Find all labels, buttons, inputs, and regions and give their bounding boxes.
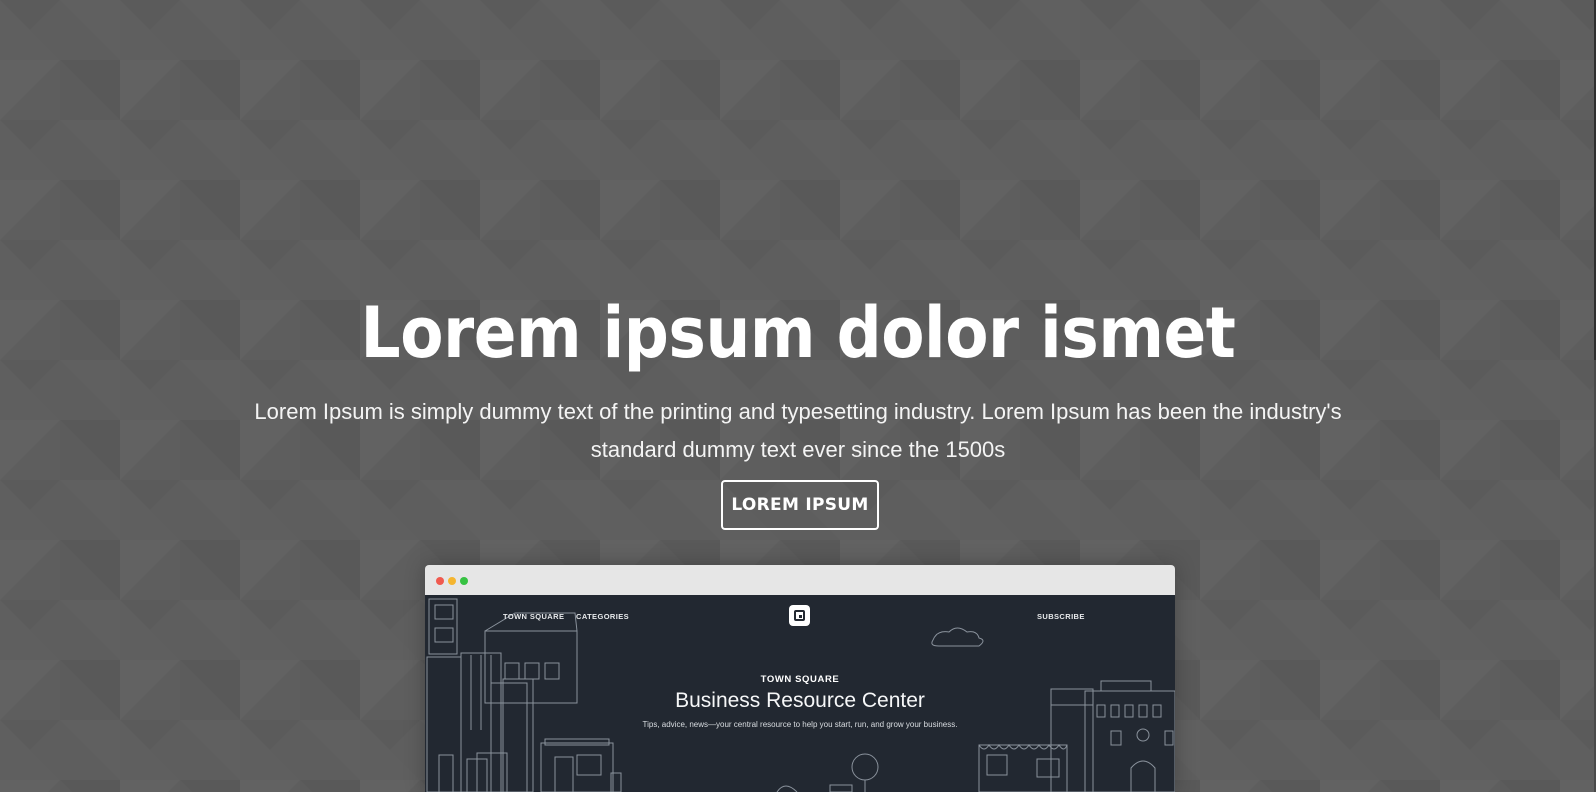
mockup-kicker: TOWN SQUARE <box>760 674 840 685</box>
nav-subscribe[interactable]: SUBSCRIBE <box>1037 612 1085 621</box>
browser-titlebar <box>425 565 1175 595</box>
square-logo-icon[interactable] <box>789 605 810 626</box>
hero-title: Lorem ipsum dolor ismet <box>360 292 1236 374</box>
hero-description: Lorem Ipsum is simply dummy text of the … <box>254 399 1342 462</box>
mockup-title: Business Resource Center <box>675 689 925 712</box>
nav-town-square[interactable]: TOWN SQUARE <box>503 612 564 621</box>
browser-screen: TOWN SQUARE CATEGORIES SUBSCRIBE TOWN SQ… <box>425 595 1175 792</box>
minimize-dot-icon <box>448 577 456 585</box>
mockup-subtitle: Tips, advice, news—your central resource… <box>642 720 958 729</box>
square-logo-inner <box>794 610 805 621</box>
nav-categories[interactable]: CATEGORIES <box>576 612 629 621</box>
maximize-dot-icon <box>460 577 468 585</box>
browser-mockup: TOWN SQUARE CATEGORIES SUBSCRIBE TOWN SQ… <box>425 565 1175 792</box>
lorem-ipsum-button[interactable]: LOREM IPSUM <box>721 480 879 530</box>
hero-section: Lorem ipsum dolor ismet Lorem Ipsum is s… <box>0 0 1596 792</box>
close-dot-icon <box>436 577 444 585</box>
square-logo-core <box>799 615 802 618</box>
